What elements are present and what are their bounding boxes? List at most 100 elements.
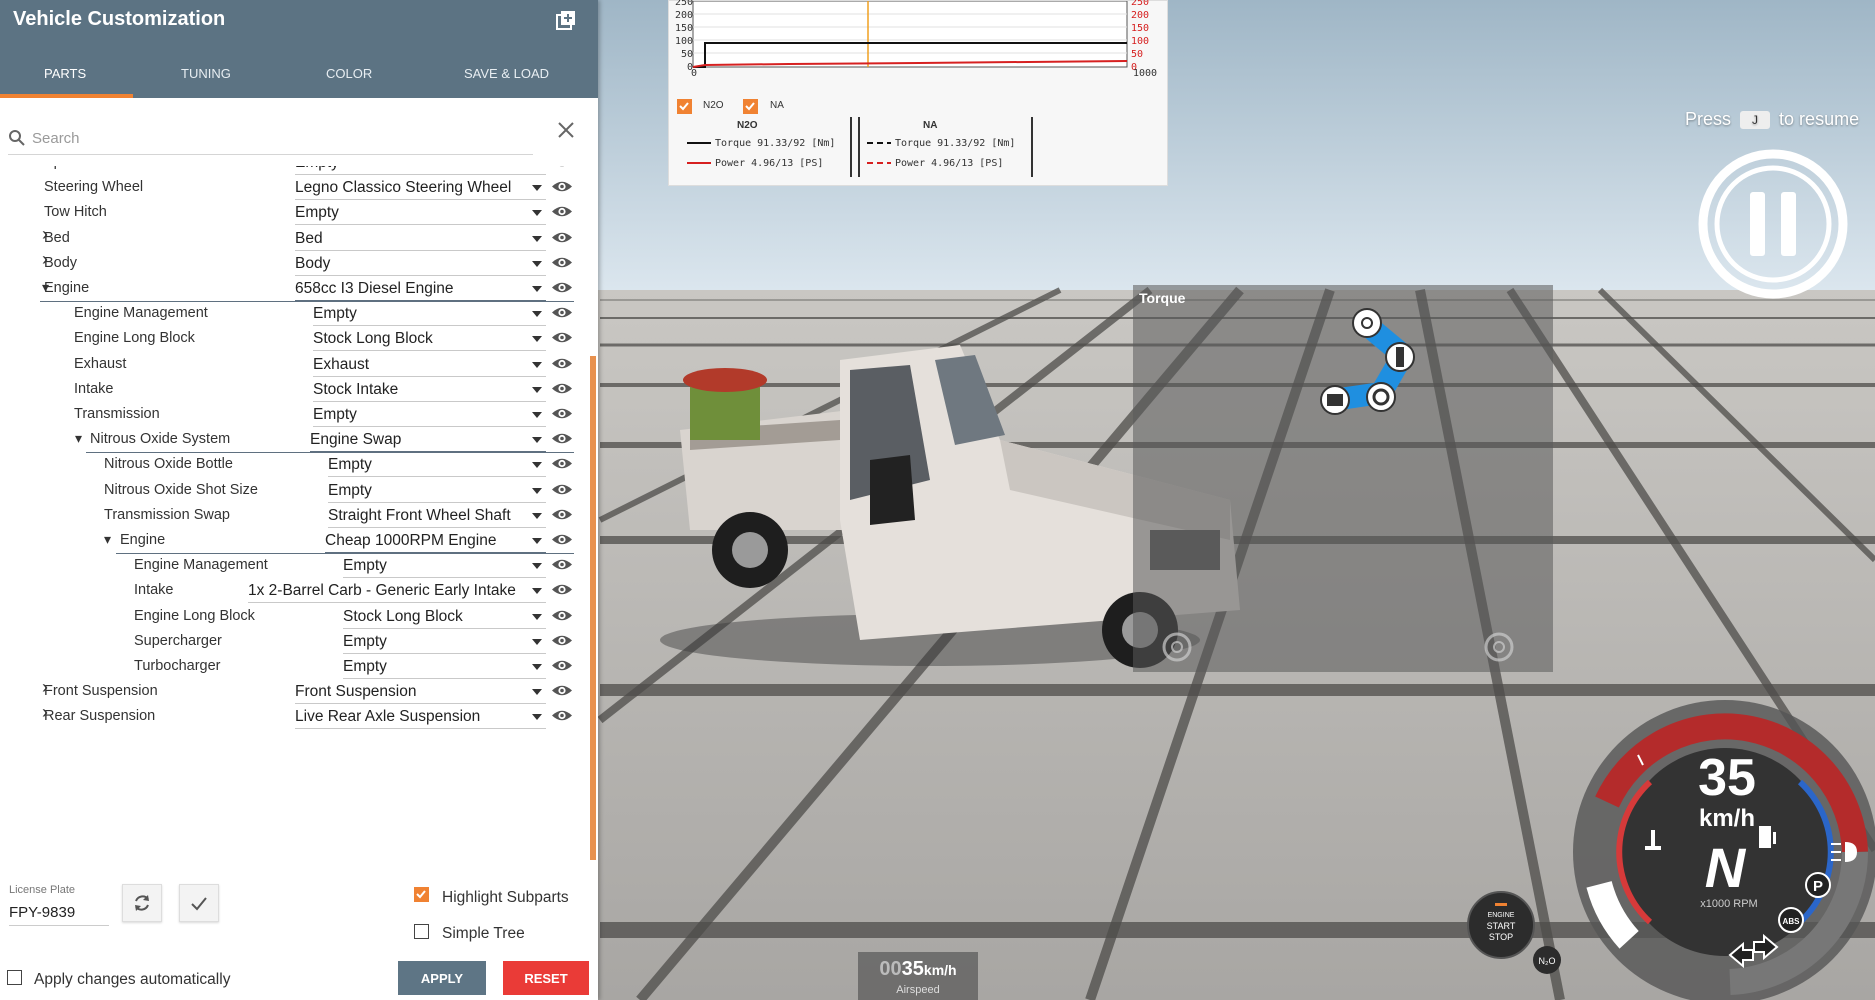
confirm-plate-button[interactable] <box>179 884 219 922</box>
na-power-readout: Power 4.96/13 [PS] <box>895 158 1004 169</box>
torque-power-graph: 250 200 150 100 50 0 250 200 150 100 50 … <box>668 0 1168 186</box>
visibility-eye-icon[interactable] <box>551 280 573 295</box>
part-label: Engine <box>120 532 166 548</box>
resume-hint: Press J to resume <box>1685 109 1859 130</box>
visibility-eye-icon[interactable] <box>551 305 573 320</box>
simple-tree-checkbox[interactable] <box>414 924 429 939</box>
speed-unit: km/h <box>1699 805 1755 832</box>
apply-button[interactable]: APPLY <box>398 961 486 995</box>
tree-scrollbar[interactable] <box>590 356 596 860</box>
x-tick: 0 <box>691 68 698 79</box>
na-series-checkbox[interactable] <box>743 99 758 114</box>
license-plate-input[interactable]: FPY-9839 <box>9 904 109 926</box>
visibility-eye-icon[interactable] <box>551 633 573 648</box>
part-label: Transmission <box>74 406 160 422</box>
part-select-value: Cheap 1000RPM Engine <box>325 532 497 549</box>
engine-start-stop-button[interactable]: ENGINE START STOP <box>1466 890 1536 960</box>
dropdown-caret-icon <box>532 512 542 519</box>
dropdown-caret-icon <box>532 714 542 721</box>
part-select-value: Empty <box>295 166 339 172</box>
search-input[interactable] <box>30 126 524 150</box>
apply-automatically-checkbox[interactable] <box>7 970 22 985</box>
tab-color[interactable]: COLOR <box>326 66 372 81</box>
tab-save-load[interactable]: SAVE & LOAD <box>464 66 549 81</box>
chevron-down-icon[interactable]: ▾ <box>104 531 111 548</box>
part-label: Spare Tire <box>44 166 111 170</box>
parking-brake-icon: P <box>1805 872 1831 898</box>
y-tick-left: 250 <box>675 0 694 8</box>
highlight-subparts-checkbox[interactable] <box>414 887 429 902</box>
engine-button-line3: STOP <box>1489 932 1513 942</box>
chevron-down-icon[interactable]: ▾ <box>75 430 82 447</box>
resume-key: J <box>1752 113 1759 128</box>
na-series-check-label: NA <box>770 100 784 111</box>
visibility-eye-icon[interactable] <box>551 608 573 623</box>
visibility-eye-icon[interactable] <box>551 179 573 194</box>
part-select-value: Legno Classico Steering Wheel <box>295 179 512 197</box>
reset-button[interactable]: RESET <box>503 961 589 995</box>
visibility-eye-icon[interactable] <box>551 532 573 547</box>
part-label: Engine Management <box>74 305 208 322</box>
visibility-eye-icon[interactable] <box>551 204 573 219</box>
part-label: Front Suspension <box>44 683 158 700</box>
speed-value: 35 <box>1698 749 1756 807</box>
visibility-eye-icon[interactable] <box>551 166 573 169</box>
dropdown-caret-icon <box>532 487 542 494</box>
abs-icon: ABS <box>1778 907 1804 933</box>
visibility-eye-icon[interactable] <box>551 255 573 270</box>
visibility-eye-icon[interactable] <box>551 582 573 597</box>
y-tick-right: 100 <box>1131 36 1150 47</box>
part-label: Intake <box>134 582 174 599</box>
part-select-value: Engine Swap <box>310 431 402 449</box>
parts-tree: Spare Tire Empty Steering Wheel Legno Class… <box>0 166 590 864</box>
part-label: Turbocharger <box>134 658 221 674</box>
visibility-eye-icon[interactable] <box>551 456 573 471</box>
visibility-eye-icon[interactable] <box>551 557 573 572</box>
visibility-eye-icon[interactable] <box>551 507 573 522</box>
n2o-legend-title: N2O <box>737 120 758 131</box>
part-label: Nitrous Oxide Bottle <box>104 456 233 473</box>
y-tick-left: 200 <box>675 10 694 21</box>
engine-button-line2: START <box>1487 921 1516 931</box>
part-label: Engine <box>44 280 90 296</box>
tab-tuning[interactable]: TUNING <box>181 66 231 81</box>
checkmark-icon <box>745 102 755 111</box>
airspeed-value: 0035km/h <box>858 958 978 981</box>
torque-legend-swatch <box>867 142 891 144</box>
visibility-eye-icon[interactable] <box>551 406 573 421</box>
part-label: Tow Hitch <box>44 204 107 221</box>
visibility-eye-icon[interactable] <box>551 708 573 723</box>
n2o-torque-readout: Torque 91.33/92 [Nm] <box>715 138 836 149</box>
popout-window-icon[interactable] <box>554 8 578 32</box>
part-select-value: Empty <box>343 557 387 575</box>
dropdown-caret-icon <box>532 386 542 393</box>
simple-tree-label: Simple Tree <box>442 925 525 942</box>
na-torque-readout: Torque 91.33/92 [Nm] <box>895 138 1016 149</box>
visibility-eye-icon[interactable] <box>551 330 573 345</box>
visibility-eye-icon[interactable] <box>551 230 573 245</box>
tab-parts[interactable]: PARTS <box>44 66 86 81</box>
n2o-series-checkbox[interactable] <box>677 99 692 114</box>
vehicle-customization-panel: Vehicle Customization PARTS TUNING COLOR… <box>0 0 598 1000</box>
pause-icon[interactable] <box>1697 148 1849 300</box>
part-select[interactable]: Live Rear Axle Suspension <box>295 704 546 730</box>
close-icon[interactable] <box>556 120 576 140</box>
visibility-eye-icon[interactable] <box>551 431 573 446</box>
search-bar <box>8 122 533 155</box>
part-label: Engine Long Block <box>74 330 195 347</box>
randomize-plate-button[interactable] <box>122 884 162 922</box>
visibility-eye-icon[interactable] <box>551 381 573 396</box>
dropdown-caret-icon <box>532 286 542 292</box>
visibility-eye-icon[interactable] <box>551 683 573 698</box>
visibility-eye-icon[interactable] <box>551 482 573 497</box>
part-select-value: Stock Long Block <box>343 607 463 625</box>
rear-left-wheel-icon <box>1162 632 1192 662</box>
visibility-eye-icon[interactable] <box>551 356 573 371</box>
dropdown-caret-icon <box>532 412 542 418</box>
visibility-eye-icon[interactable] <box>551 658 573 673</box>
part-label: Nitrous Oxide Shot Size <box>104 481 258 498</box>
y-tick-right: 250 <box>1131 0 1150 8</box>
dropdown-caret-icon <box>532 689 542 696</box>
dropdown-caret-icon <box>532 538 542 544</box>
active-tab-indicator <box>0 94 133 98</box>
